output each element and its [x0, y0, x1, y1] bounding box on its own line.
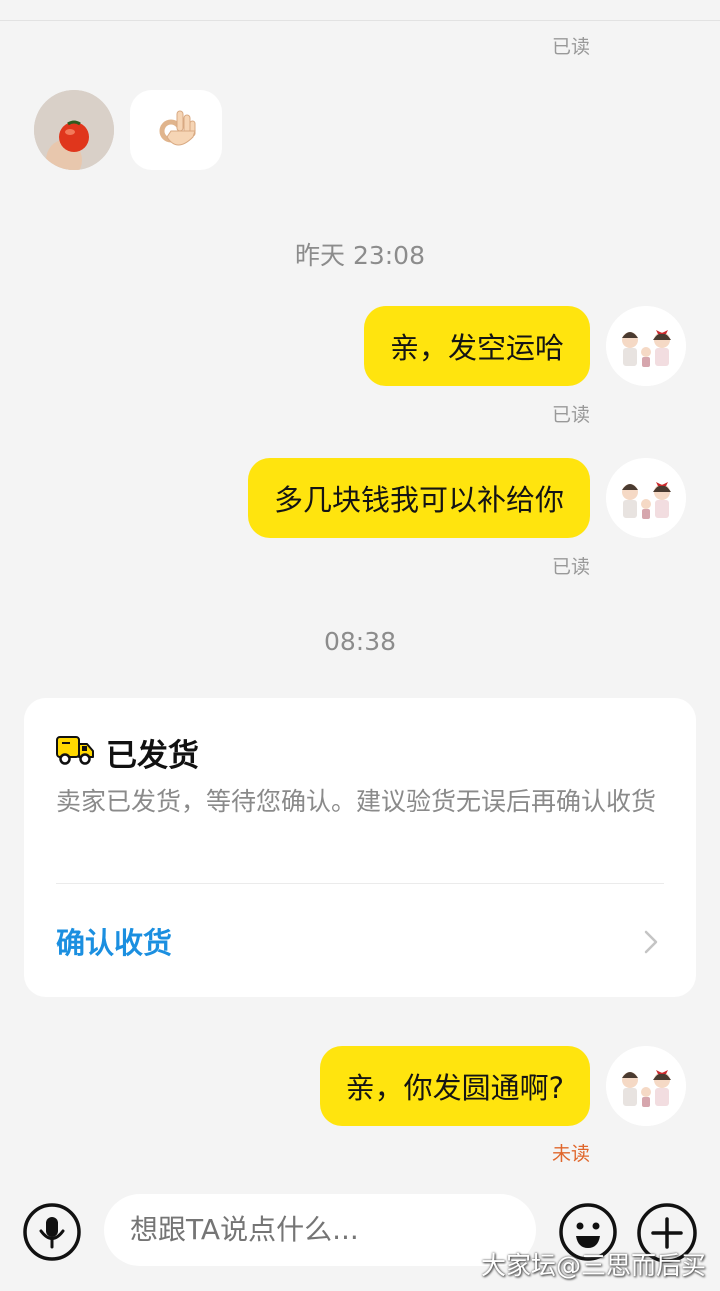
card-description: 卖家已发货，等待您确认。建议验货无误后再确认收货	[56, 787, 657, 816]
self-avatar[interactable]	[606, 458, 686, 538]
chevron-right-icon[interactable]	[644, 930, 658, 954]
watermark: 大家坛@三思而后买	[480, 1251, 706, 1280]
unread-status: 未读	[551, 1143, 590, 1165]
contact-avatar[interactable]	[34, 90, 114, 170]
card-title: 已发货	[106, 738, 199, 774]
microphone-icon[interactable]	[22, 1202, 82, 1262]
message-input[interactable]	[104, 1194, 536, 1266]
truck-icon	[56, 736, 94, 765]
card-divider	[56, 883, 664, 884]
confirm-receipt-button[interactable]: 确认收货	[56, 920, 172, 962]
self-avatar[interactable]	[606, 306, 686, 386]
read-status-top: 已读	[551, 36, 590, 58]
timestamp-today: 08:38	[323, 627, 397, 656]
shipping-status-card: 已发货 卖家已发货，等待您确认。建议验货无误后再确认收货 确认收货	[24, 698, 696, 997]
outgoing-message[interactable]: 多几块钱我可以补给你	[247, 458, 590, 538]
top-divider	[0, 20, 720, 21]
read-status: 已读	[551, 556, 590, 578]
outgoing-message[interactable]: 亲，发空运哈	[363, 306, 590, 386]
self-avatar[interactable]	[606, 1046, 686, 1126]
outgoing-message[interactable]: 亲，你发圆通啊?	[319, 1046, 590, 1126]
ok-hand-icon	[159, 110, 196, 146]
read-status: 已读	[551, 404, 590, 426]
timestamp-yesterday: 昨天 23:08	[295, 241, 425, 270]
incoming-sticker-bubble[interactable]	[130, 90, 222, 170]
